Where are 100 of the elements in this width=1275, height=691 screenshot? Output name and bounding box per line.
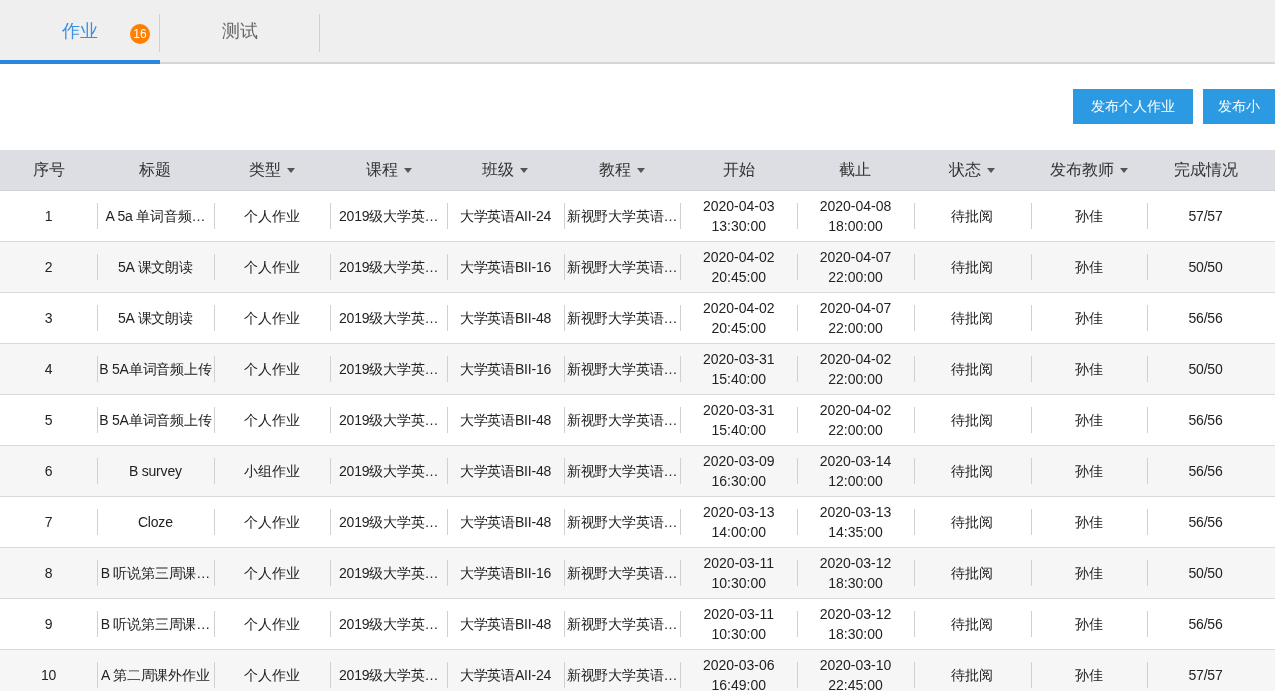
table-cell-text: 2019级大学英… [339, 207, 439, 226]
table-cell-text: 57/57 [1188, 207, 1223, 226]
table-cell-text: 56/56 [1188, 309, 1223, 328]
table-cell-text: A 5a 单词音频… [105, 207, 206, 226]
table-cell-text: 2019级大学英… [339, 666, 439, 685]
table-cell-text: 大学英语BII-48 [459, 462, 552, 481]
table-cell-text: 待批阅 [951, 513, 993, 532]
column-header: 截止 [839, 159, 872, 180]
table-cell-text: 56/56 [1188, 615, 1223, 634]
table-cell-text: A 第二周课外作业 [101, 666, 210, 685]
table-cell-text: 新视野大学英语… [566, 462, 678, 481]
table-cell-text: 大学英语BII-16 [459, 360, 552, 379]
table-cell-text: 2020-04-07 22:00:00 [818, 248, 893, 287]
table-cell-text: 个人作业 [244, 411, 300, 430]
table-cell-text: 2019级大学英… [339, 615, 439, 634]
table-cell-text: 待批阅 [951, 207, 993, 226]
table-cell-text: 2019级大学英… [339, 309, 439, 328]
table-cell-text: 个人作业 [244, 360, 300, 379]
table-cell-text: 2020-03-14 12:00:00 [818, 452, 893, 491]
table-cell-text: 大学英语BII-48 [459, 615, 552, 634]
table-cell-text: 大学英语BII-48 [459, 411, 552, 430]
tab[interactable]: 作业 [62, 15, 98, 47]
publish-button[interactable]: 发布个人作业 [1073, 89, 1193, 124]
table-cell-text: 2020-03-31 15:40:00 [701, 401, 776, 440]
table-cell-text: 2020-03-11 10:30:00 [702, 554, 776, 593]
column-header: 教程 [599, 159, 632, 180]
table-cell-text: 孙佳 [1075, 666, 1103, 685]
table-cell-text: 2020-03-12 18:30:00 [818, 554, 893, 593]
table-cell-text: 大学英语AII-24 [459, 666, 552, 685]
table-cell-text: 2019级大学英… [339, 462, 439, 481]
column-header: 班级 [482, 159, 515, 180]
table-cell-text: 新视野大学英语… [566, 207, 678, 226]
table-cell-text: 4 [44, 360, 53, 379]
table-cell-text: 2020-03-13 14:00:00 [701, 503, 776, 542]
caret-icon[interactable] [287, 167, 296, 173]
table-cell-text: 新视野大学英语… [566, 564, 678, 583]
table-cell-text: 待批阅 [951, 258, 993, 277]
table-cell-text: 孙佳 [1075, 360, 1103, 379]
table-cell-text: 2020-03-10 22:45:00 [818, 656, 893, 691]
table-cell-text: 8 [44, 564, 53, 583]
table-cell-text: B survey [128, 462, 182, 481]
table-cell-text: 2019级大学英… [339, 411, 439, 430]
table-cell-text: 新视野大学英语… [566, 411, 678, 430]
table-cell-text: 2020-03-09 16:30:00 [701, 452, 776, 491]
tab[interactable]: 测试 [222, 15, 258, 47]
caret-icon[interactable] [987, 167, 996, 173]
table-cell-text: 2020-03-06 16:49:00 [701, 656, 776, 691]
table-cell-text: 2020-04-02 22:00:00 [818, 401, 893, 440]
table-cell-text: 大学英语BII-48 [459, 309, 552, 328]
table-cell-text: 待批阅 [951, 309, 993, 328]
column-header: 课程 [365, 159, 398, 180]
table-cell-text: 9 [44, 615, 53, 634]
table-cell-text: 2020-04-02 20:45:00 [701, 299, 776, 338]
table-cell-text: 2020-03-12 18:30:00 [818, 605, 893, 644]
table-cell-text: 2020-04-02 22:00:00 [818, 350, 893, 389]
table-cell-text: 新视野大学英语… [566, 666, 678, 685]
table-cell-text: 孙佳 [1075, 513, 1103, 532]
table-cell-text: 2020-04-07 22:00:00 [818, 299, 893, 338]
table-cell-text: 小组作业 [244, 462, 300, 481]
table-cell-text: 7 [44, 513, 53, 532]
caret-icon[interactable] [1119, 167, 1128, 173]
table-cell-text: 新视野大学英语… [566, 615, 678, 634]
table-cell-text: 2019级大学英… [339, 258, 439, 277]
table-cell-text: 孙佳 [1075, 258, 1103, 277]
table-cell-text: 56/56 [1188, 462, 1223, 481]
table-cell-text: 待批阅 [951, 462, 993, 481]
column-header: 标题 [139, 159, 172, 180]
table-cell-text: 孙佳 [1075, 564, 1103, 583]
table-cell-text: 个人作业 [244, 666, 300, 685]
table-cell-text: 10 [40, 666, 57, 685]
publish-button[interactable]: 发布小 [1203, 89, 1275, 124]
table-cell-text: 个人作业 [244, 207, 300, 226]
table-cell-text: 大学英语BII-16 [459, 258, 552, 277]
table-cell-text: 6 [44, 462, 53, 481]
table-cell-text: 孙佳 [1075, 615, 1103, 634]
column-header: 序号 [32, 159, 65, 180]
table-cell-text: 2019级大学英… [339, 513, 439, 532]
table-cell-text: 个人作业 [244, 309, 300, 328]
table-cell-text: 个人作业 [244, 564, 300, 583]
table-cell-text: 待批阅 [951, 360, 993, 379]
table-cell-text: 3 [44, 309, 53, 328]
table-cell-text: 56/56 [1188, 411, 1223, 430]
column-header: 开始 [722, 159, 755, 180]
table-cell-text: 新视野大学英语… [566, 309, 678, 328]
table-cell-text: 新视野大学英语… [566, 360, 678, 379]
caret-icon[interactable] [637, 167, 646, 173]
table-cell-text: B 听说第三周课… [100, 615, 211, 634]
table-cell-text: B 听说第三周课… [100, 564, 211, 583]
table-cell-text: 50/50 [1188, 564, 1223, 583]
table-cell-text: 孙佳 [1075, 309, 1103, 328]
count-badge: 16 [130, 24, 150, 44]
column-header: 类型 [249, 159, 282, 180]
caret-icon[interactable] [403, 167, 412, 173]
caret-icon[interactable] [520, 167, 529, 173]
table-cell-text: Cloze [137, 513, 173, 532]
table-cell-text: 待批阅 [951, 615, 993, 634]
table-cell-text: 新视野大学英语… [566, 513, 678, 532]
table-cell-text: 2020-03-11 10:30:00 [702, 605, 776, 644]
table-cell-text: 1 [44, 207, 53, 226]
table-cell-text: 大学英语BII-48 [459, 513, 552, 532]
